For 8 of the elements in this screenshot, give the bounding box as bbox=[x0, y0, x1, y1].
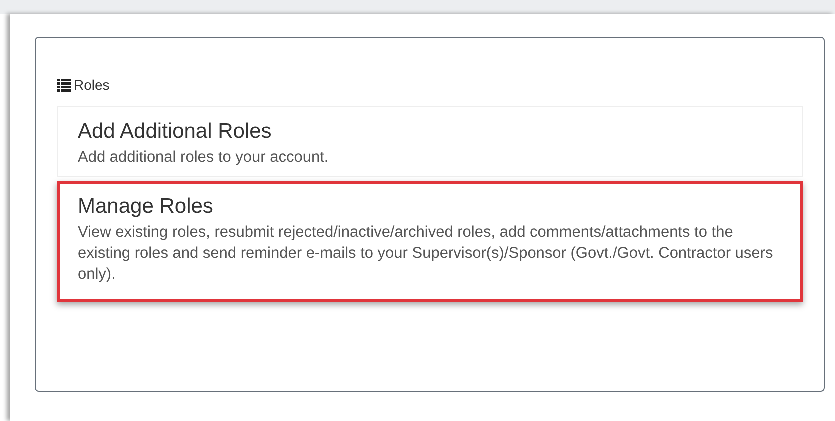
option-description: Add additional roles to your account. bbox=[78, 148, 330, 168]
role-option[interactable]: Add Additional Roles Add additional roles to your account. bbox=[57, 106, 803, 177]
panel-title: Roles bbox=[74, 77, 110, 93]
option-description: View existing roles, resubmit rejected/inactive/archived roles, add comments/attachments to the existing roles and send reminder e-mails to your Supervisor(s)/Sponsor (Govt./Govt. Contractor users only). bbox=[78, 223, 774, 285]
option-title: Manage Roles bbox=[78, 194, 214, 220]
role-option[interactable] bbox=[57, 181, 803, 302]
list-icon bbox=[57, 78, 71, 92]
option-title: Add Additional Roles bbox=[78, 119, 273, 145]
